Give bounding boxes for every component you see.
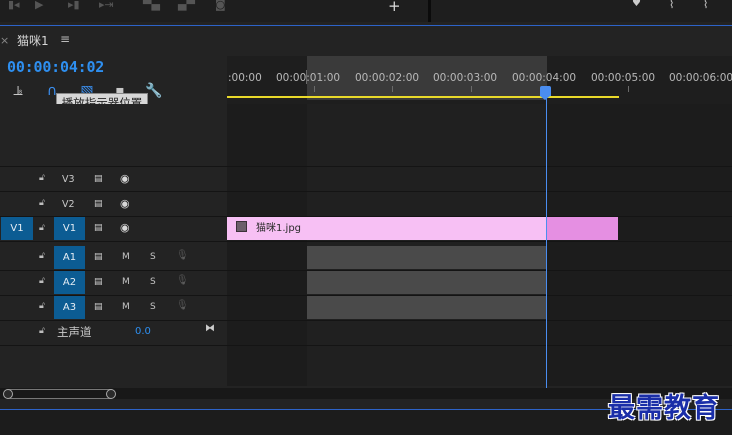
microphone-icon[interactable]: 🎙︎ [176, 275, 189, 286]
clip-label: 猫咪1.jpg [256, 223, 302, 234]
lock-icon[interactable]: 🔓︎ [39, 276, 45, 286]
sync-lock-icon[interactable]: ▤ [94, 277, 103, 287]
eye-icon[interactable]: ◉ [120, 221, 130, 234]
render-status-bar [227, 96, 619, 98]
track-target-v1[interactable]: V1 [54, 217, 85, 240]
track-name-v2[interactable]: V2 [62, 199, 75, 210]
ruler-tick-label: :00:00 [228, 72, 262, 84]
audio-track-region [307, 246, 547, 269]
playhead-timecode[interactable]: 00:00:04:02 [7, 58, 104, 76]
track-separator [0, 345, 732, 346]
track-separator [0, 191, 732, 192]
master-volume-value[interactable]: 0.0 [135, 326, 151, 337]
ruler-tick-label: 00:00:01:00 [276, 72, 341, 84]
ruler-minor-tick [471, 86, 472, 92]
watermark-logo: 最需教育 [608, 393, 720, 424]
scrollbar-thumb[interactable] [5, 389, 115, 399]
toolbar-divider [428, 0, 431, 22]
solo-button[interactable]: S [150, 302, 156, 312]
ruler-tick-label: 00:00:06:00 [669, 72, 732, 84]
track-target-a1[interactable]: A1 [54, 246, 85, 269]
eye-icon[interactable]: ◉ [120, 172, 130, 185]
track-separator [0, 166, 732, 167]
tab-close-icon[interactable]: × [0, 34, 9, 47]
play-icon[interactable]: ▶ [35, 0, 43, 10]
playhead-line[interactable] [546, 92, 547, 388]
microphone-icon[interactable]: 🎙︎ [176, 250, 189, 261]
audio-track-region [307, 296, 547, 319]
work-area-band [307, 104, 547, 386]
extract-icon[interactable]: ▄▀ [178, 0, 195, 10]
lock-icon[interactable]: 🔓︎ [39, 301, 45, 311]
solo-button[interactable]: S [150, 277, 156, 287]
step-forward-icon[interactable]: ▸▮ [68, 0, 80, 10]
sync-lock-icon[interactable]: ▤ [94, 174, 103, 184]
track-name-v3[interactable]: V3 [62, 174, 75, 185]
microphone-icon[interactable]: 🎙︎ [176, 300, 189, 311]
scrollbar-left-handle[interactable] [3, 389, 13, 399]
lock-icon[interactable]: 🔓︎ [39, 223, 45, 233]
marker-icon[interactable]: ♥ [632, 0, 641, 9]
track-headers [0, 104, 226, 386]
ruler-tick-label: 00:00:03:00 [433, 72, 498, 84]
audio-track-region [307, 271, 547, 294]
scrollbar-right-handle[interactable] [106, 389, 116, 399]
source-patch-v1[interactable]: V1 [1, 217, 33, 240]
video-clip-tail[interactable] [547, 217, 618, 240]
go-to-edit-icon[interactable]: ⧓ [205, 323, 215, 334]
work-area-start-handle[interactable] [306, 70, 307, 84]
sync-lock-icon[interactable]: ▤ [94, 302, 103, 312]
track-separator [0, 241, 732, 242]
solo-button[interactable]: S [150, 252, 156, 262]
eye-icon[interactable]: ◉ [120, 197, 130, 210]
export-frame-icon[interactable]: ◙ [215, 0, 226, 10]
lock-icon[interactable]: 🔓︎ [39, 326, 45, 336]
lock-icon[interactable]: 🔓︎ [39, 251, 45, 261]
ruler-tick-label: 00:00:05:00 [591, 72, 656, 84]
ruler-tick-label: 00:00:02:00 [355, 72, 420, 84]
track-separator [0, 320, 732, 321]
ruler-minor-tick [314, 86, 315, 92]
add-button-icon[interactable]: + [388, 0, 401, 15]
work-area-highlight [307, 56, 547, 100]
tab-sequence-title[interactable]: 猫咪1 [17, 32, 49, 49]
clip-fx-icon [236, 221, 247, 232]
insert-sequence-icon[interactable]: ⫡ [9, 82, 27, 100]
out-point-icon[interactable]: ⌇ [703, 0, 708, 11]
mute-button[interactable]: M [122, 277, 130, 287]
track-target-a3[interactable]: A3 [54, 296, 85, 319]
sync-lock-icon[interactable]: ▤ [94, 223, 103, 233]
mute-button[interactable]: M [122, 302, 130, 312]
master-track-name: 主声道 [57, 325, 92, 339]
tab-menu-icon[interactable]: ≡ [60, 32, 70, 46]
playhead-handle[interactable] [540, 86, 551, 100]
track-target-a2[interactable]: A2 [54, 271, 85, 294]
mute-button[interactable]: M [122, 252, 130, 262]
sync-lock-icon[interactable]: ▤ [94, 199, 103, 209]
lock-icon[interactable]: 🔓︎ [39, 173, 45, 183]
in-point-icon[interactable]: ⌇ [669, 0, 674, 11]
go-to-out-icon[interactable]: ▸⇥ [99, 0, 114, 10]
sync-lock-icon[interactable]: ▤ [94, 252, 103, 262]
ruler-minor-tick [628, 86, 629, 92]
step-back-icon[interactable]: ▮◂ [8, 0, 20, 10]
lift-icon[interactable]: ▀▄ [143, 0, 160, 10]
panel-focus-line [0, 25, 732, 26]
ruler-minor-tick [392, 86, 393, 92]
lock-icon[interactable]: 🔓︎ [39, 198, 45, 208]
ruler-tick-label: 00:00:04:00 [512, 72, 577, 84]
